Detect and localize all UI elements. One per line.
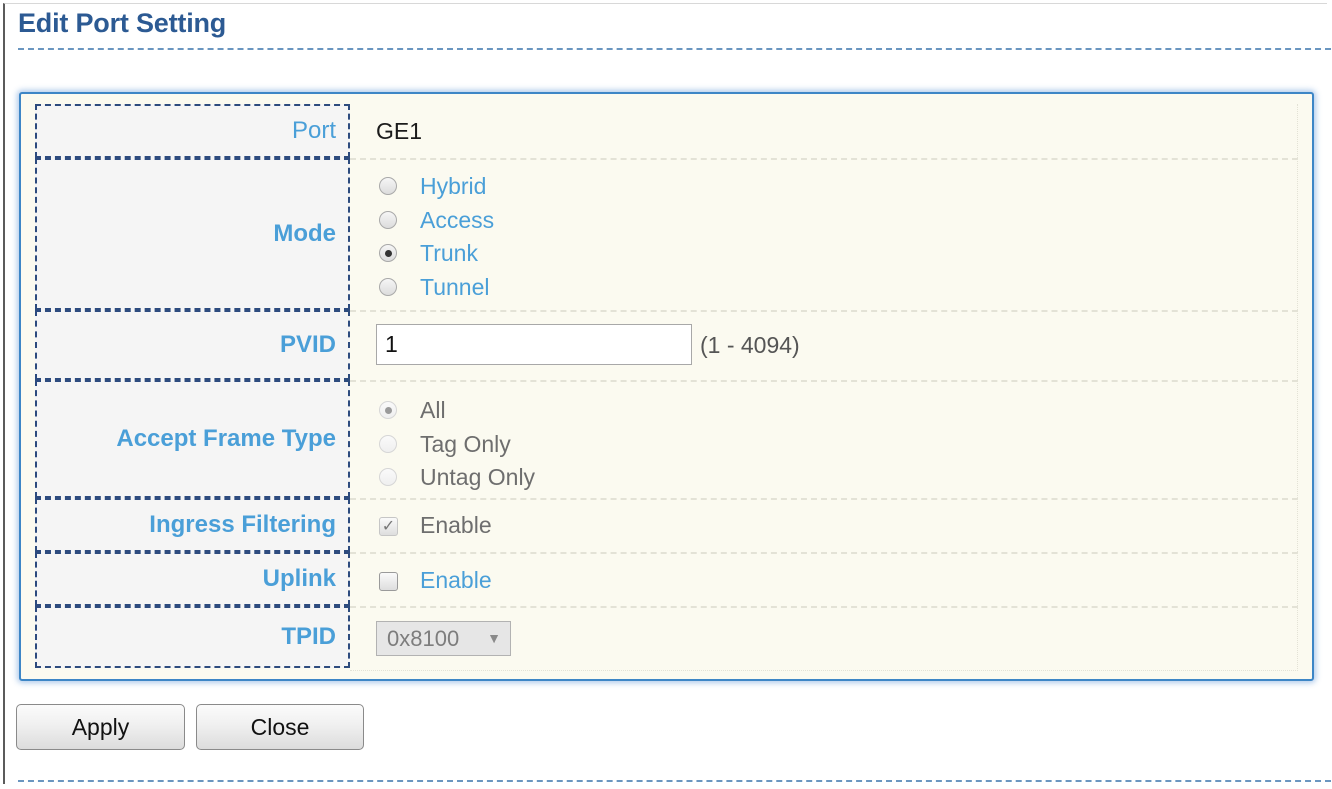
frame-untag-only-label[interactable]: Untag Only [420, 464, 535, 491]
bottom-divider [18, 780, 1331, 782]
row-pvid: PVID (1 - 4094) [21, 310, 1312, 382]
uplink-enable-label[interactable]: Enable [420, 567, 492, 594]
chevron-down-icon: ▼ [487, 630, 501, 646]
close-button[interactable]: Close [196, 704, 364, 750]
port-value: GE1 [376, 118, 423, 144]
label-cell-ingress-filtering: Ingress Filtering [35, 498, 350, 552]
edit-port-setting-page: Edit Port Setting Port GE1 Mode Hybrid A… [3, 3, 1331, 784]
mode-trunk-label[interactable]: Trunk [420, 240, 478, 267]
mode-hybrid-radio[interactable] [379, 177, 397, 195]
ingress-filtering-checkbox[interactable]: ✓ [379, 517, 398, 536]
value-cell-port: GE1 [350, 104, 1298, 158]
ingress-filtering-enable-label[interactable]: Enable [420, 512, 492, 539]
mode-access-label[interactable]: Access [420, 207, 494, 234]
frame-tag-only-radio[interactable] [379, 435, 397, 453]
page-title: Edit Port Setting [18, 8, 227, 38]
uplink-label: Uplink [262, 565, 336, 592]
frame-all-label[interactable]: All [420, 397, 446, 424]
pvid-input[interactable] [376, 324, 692, 365]
label-cell-mode: Mode [35, 158, 350, 310]
row-tpid: TPID 0x8100 ▼ [21, 606, 1312, 671]
row-uplink: Uplink Enable [21, 552, 1312, 608]
tpid-select[interactable]: 0x8100 ▼ [376, 621, 511, 656]
mode-access-radio[interactable] [379, 211, 397, 229]
tpid-selected-value: 0x8100 [387, 626, 460, 651]
frame-tag-only-label[interactable]: Tag Only [420, 431, 511, 458]
ingress-filtering-label: Ingress Filtering [149, 511, 336, 538]
label-cell-tpid: TPID [35, 606, 350, 668]
apply-button[interactable]: Apply [16, 704, 185, 750]
label-cell-uplink: Uplink [35, 552, 350, 606]
row-mode: Mode Hybrid Access Trunk Tunnel [21, 158, 1312, 312]
uplink-checkbox[interactable] [379, 572, 398, 591]
value-cell-ingress-filtering: ✓ Enable [350, 498, 1298, 554]
mode-hybrid-label[interactable]: Hybrid [420, 173, 486, 200]
row-port: Port GE1 [21, 104, 1312, 158]
pvid-label: PVID [279, 331, 336, 358]
mode-tunnel-label[interactable]: Tunnel [420, 274, 489, 301]
label-cell-accept-frame-type: Accept Frame Type [35, 380, 350, 498]
mode-trunk-radio[interactable] [379, 244, 397, 262]
value-cell-tpid: 0x8100 ▼ [350, 606, 1298, 671]
title-divider [18, 48, 1331, 50]
value-cell-accept-frame-type: All Tag Only Untag Only [350, 380, 1298, 500]
row-ingress-filtering: Ingress Filtering ✓ Enable [21, 498, 1312, 554]
row-accept-frame-type: Accept Frame Type All Tag Only Untag Onl… [21, 380, 1312, 500]
value-cell-pvid: (1 - 4094) [350, 310, 1298, 382]
label-cell-port: Port [35, 104, 350, 158]
port-label: Port [291, 117, 336, 144]
label-cell-pvid: PVID [35, 310, 350, 380]
port-setting-form: Port GE1 Mode Hybrid Access Trunk Tunnel [19, 92, 1314, 681]
pvid-range-hint: (1 - 4094) [700, 332, 800, 358]
frame-all-radio[interactable] [379, 401, 397, 419]
frame-untag-only-radio[interactable] [379, 468, 397, 486]
mode-label: Mode [273, 220, 336, 247]
tpid-label: TPID [281, 623, 336, 650]
value-cell-mode: Hybrid Access Trunk Tunnel [350, 158, 1298, 312]
mode-tunnel-radio[interactable] [379, 278, 397, 296]
value-cell-uplink: Enable [350, 552, 1298, 608]
accept-frame-type-label: Accept Frame Type [116, 425, 336, 452]
